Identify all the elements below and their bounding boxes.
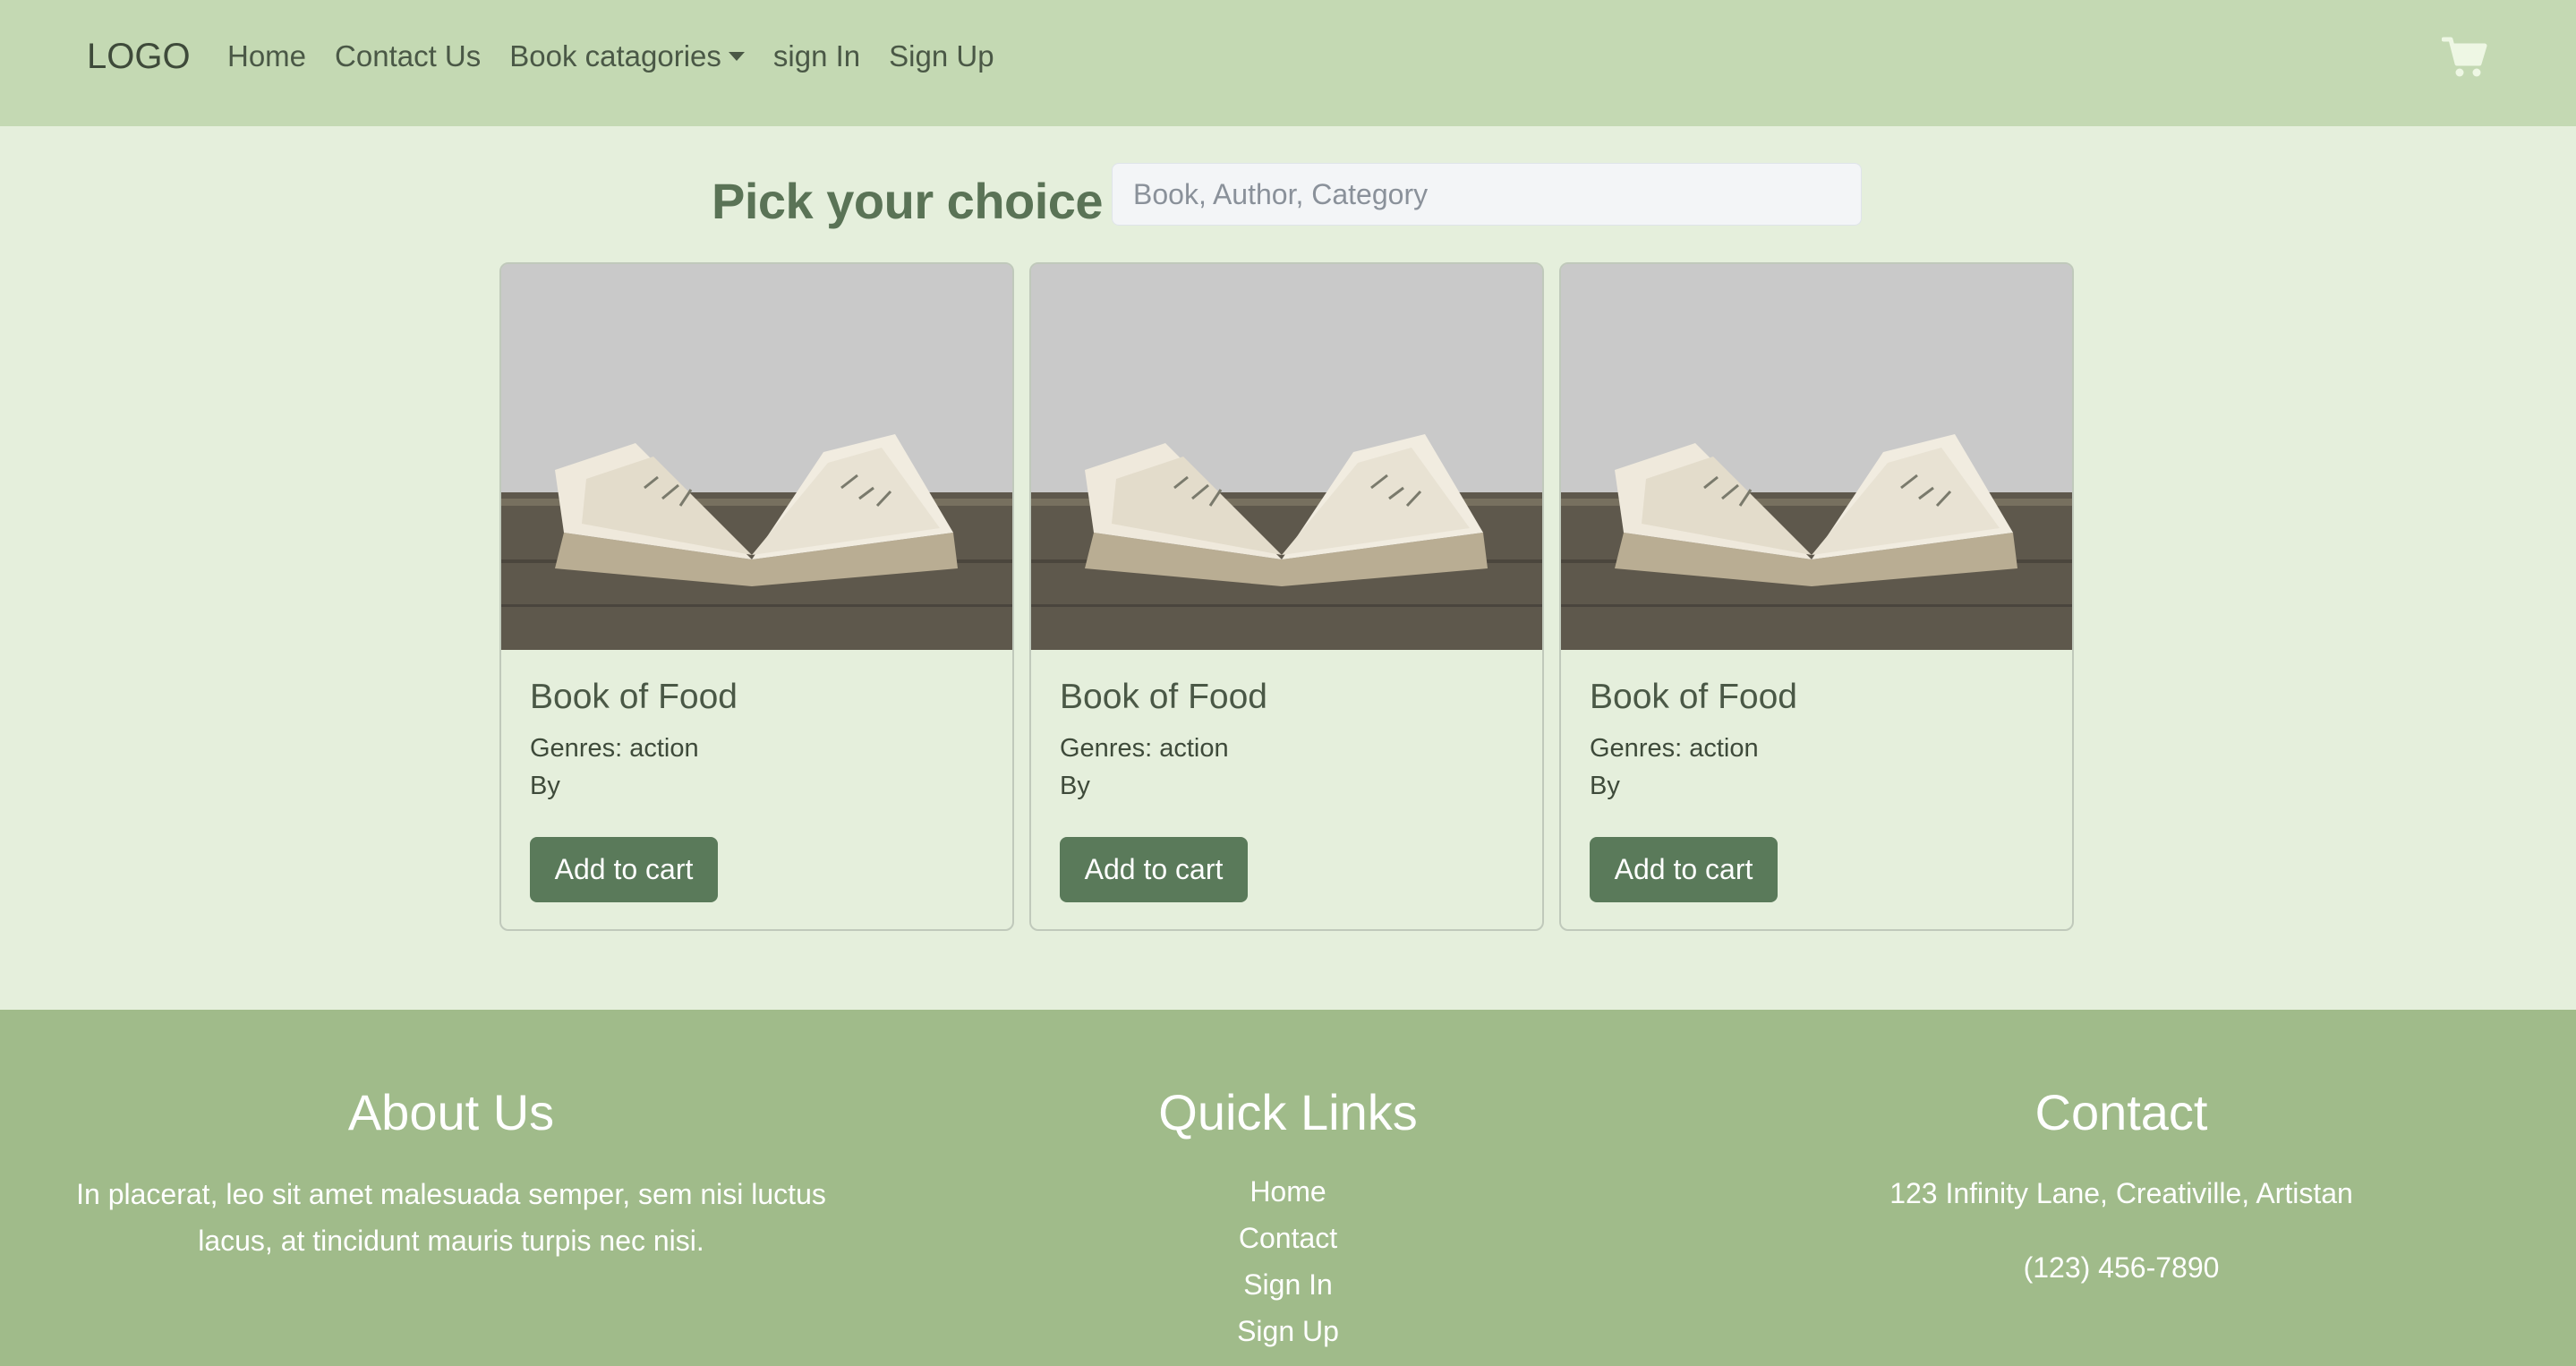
add-to-cart-button[interactable]: Add to cart <box>1060 837 1248 902</box>
book-card-grid: Book of Food Genres: action By Add to ca… <box>499 262 2075 931</box>
shopping-cart-icon[interactable] <box>2441 34 2488 81</box>
nav-link-contact-us[interactable]: Contact Us <box>335 38 481 75</box>
book-title[interactable]: Book of Food <box>530 676 738 719</box>
book-genres: Genres: action <box>530 734 699 763</box>
navbar: LOGO Home Contact Us Book catagories sig… <box>0 0 2576 126</box>
nav-link-sign-up[interactable]: Sign Up <box>889 38 994 75</box>
about-heading: About Us <box>347 1084 555 1140</box>
footer: About Us In placerat, leo sit amet males… <box>0 1010 2576 1366</box>
nav-link-sign-in[interactable]: sign In <box>773 38 860 75</box>
quick-links-heading: Quick Links <box>1158 1084 1418 1140</box>
page-title: Pick your choice <box>712 173 1104 229</box>
contact-phone: (123) 456-7890 <box>2023 1251 2220 1284</box>
book-author: By <box>1060 772 1090 800</box>
search-input[interactable] <box>1112 163 1862 226</box>
add-to-cart-button[interactable]: Add to cart <box>530 837 718 902</box>
quick-links-list: Home Contact Sign In Sign Up <box>958 1168 1618 1354</box>
logo[interactable]: LOGO <box>87 36 191 77</box>
contact-address: 123 Infinity Lane, Creativille, Artistan <box>1889 1177 2353 1209</box>
nav-link-home[interactable]: Home <box>227 38 306 75</box>
footer-link-sign-in[interactable]: Sign In <box>958 1261 1618 1308</box>
contact-heading: Contact <box>2034 1084 2208 1140</box>
nav-dropdown-label: Book catagories <box>509 39 721 73</box>
about-text: In placerat, leo sit amet malesuada semp… <box>76 1178 826 1257</box>
footer-link-contact[interactable]: Contact <box>958 1215 1618 1261</box>
nav-links: Home Contact Us Book catagories sign In … <box>227 38 1023 75</box>
book-author: By <box>1590 772 1620 800</box>
open-book-image <box>501 264 1012 650</box>
caret-down-icon <box>728 52 745 61</box>
footer-link-sign-up[interactable]: Sign Up <box>958 1308 1618 1354</box>
book-genres: Genres: action <box>1060 734 1229 763</box>
book-genres: Genres: action <box>1590 734 1759 763</box>
book-title[interactable]: Book of Food <box>1590 676 1797 719</box>
book-card: Book of Food Genres: action By Add to ca… <box>1559 262 2074 931</box>
book-card: Book of Food Genres: action By Add to ca… <box>1029 262 1544 931</box>
open-book-image <box>1031 264 1542 650</box>
nav-dropdown-book-categories[interactable]: Book catagories <box>509 38 745 75</box>
add-to-cart-button[interactable]: Add to cart <box>1590 837 1778 902</box>
book-card: Book of Food Genres: action By Add to ca… <box>499 262 1014 931</box>
book-author: By <box>530 772 560 800</box>
footer-link-home[interactable]: Home <box>958 1168 1618 1215</box>
open-book-image <box>1561 264 2072 650</box>
book-title[interactable]: Book of Food <box>1060 676 1267 719</box>
